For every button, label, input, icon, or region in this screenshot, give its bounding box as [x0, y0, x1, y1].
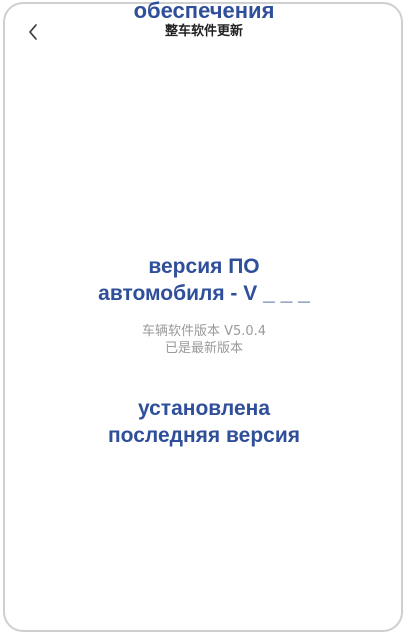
overlay-caption-title: обеспечения	[133, 0, 275, 23]
overlay-version-line1: версия ПО	[148, 255, 260, 278]
page-title: 整车软件更新	[164, 24, 243, 39]
screen: обеспечения 整车软件更新 версия ПО автомобиля …	[0, 0, 408, 636]
overlay-caption-version: версия ПО автомобиля - V _ _ _	[0, 253, 408, 307]
overlay-latest-line2: последняя версия	[108, 424, 300, 447]
software-version-text: 车辆软件版本 V5.0.4	[141, 324, 267, 339]
overlay-caption-latest: установлена последняя версия	[0, 395, 408, 449]
phone-frame	[3, 2, 403, 632]
overlay-latest-line1: установлена	[137, 397, 271, 420]
overlay-version-line2: автомобиля - V _ _ _	[98, 282, 310, 305]
update-status-text: 已是最新版本	[164, 341, 243, 356]
version-info: 车辆软件版本 V5.0.4 已是最新版本	[0, 323, 408, 357]
